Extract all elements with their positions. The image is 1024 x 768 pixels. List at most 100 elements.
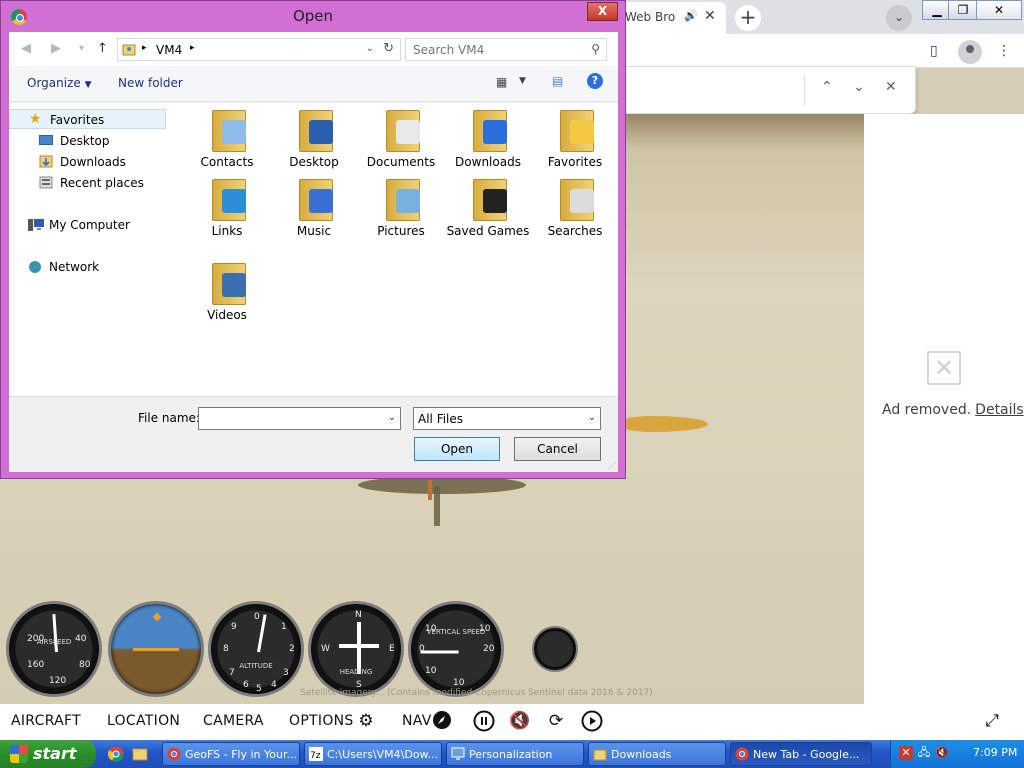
task-personalization[interactable]: Personalization bbox=[446, 742, 584, 766]
browser-tab[interactable]: Web Bro 🔊 ✕ bbox=[620, 2, 726, 34]
location-menu[interactable]: LOCATION bbox=[107, 713, 180, 729]
divider bbox=[804, 75, 805, 105]
favorites-badge-icon bbox=[570, 120, 594, 144]
ad-removed-label: Ad removed. bbox=[882, 402, 972, 418]
refresh-icon[interactable]: ↻ bbox=[383, 41, 394, 56]
nav-recent-places[interactable]: Recent places bbox=[9, 173, 166, 193]
security-alert-icon[interactable]: ✕ bbox=[899, 746, 913, 760]
dialog-close-button[interactable]: X bbox=[587, 2, 618, 21]
search-box[interactable]: ⚲ bbox=[405, 38, 607, 61]
fullscreen-icon[interactable]: ⤢ bbox=[981, 710, 1003, 732]
compass-icon[interactable] bbox=[432, 710, 454, 732]
nav-desktop[interactable]: Desktop bbox=[9, 131, 166, 151]
gauge-tick: 160 bbox=[27, 660, 45, 670]
explorer-quicklaunch-icon[interactable] bbox=[132, 746, 148, 762]
nav-downloads[interactable]: Downloads bbox=[9, 152, 166, 172]
folder-item[interactable]: Contacts bbox=[184, 108, 270, 182]
back-icon[interactable]: ◀ bbox=[21, 41, 31, 56]
folder-item[interactable]: Music bbox=[271, 177, 357, 251]
task-downloads[interactable]: Downloads bbox=[588, 742, 726, 766]
folder-icon bbox=[558, 177, 596, 223]
folder-item[interactable]: Downloads bbox=[445, 108, 531, 182]
start-button[interactable]: start bbox=[0, 740, 96, 768]
search-icon[interactable]: ⚲ bbox=[591, 42, 600, 56]
options-menu[interactable]: OPTIONS bbox=[289, 713, 354, 729]
folder-icon bbox=[593, 747, 607, 761]
resize-grip-icon[interactable]: ⋰ bbox=[608, 461, 616, 470]
clock[interactable]: 7:09 PM bbox=[973, 746, 1017, 759]
task-7zip[interactable]: 7z C:\Users\VM4\Dow... bbox=[304, 742, 442, 766]
task-new-tab[interactable]: New Tab - Google... bbox=[730, 742, 872, 766]
network-icon[interactable]: 🖧 bbox=[917, 746, 931, 760]
gauge-tick: 20 bbox=[483, 644, 495, 654]
folder-item[interactable]: Videos bbox=[184, 261, 270, 335]
tab-search-button[interactable]: ⌄ bbox=[886, 5, 912, 31]
menu-icon[interactable]: ⋮ bbox=[997, 43, 1011, 59]
recent-dropdown-icon[interactable]: ▾ bbox=[79, 43, 84, 54]
nav-label: Recent places bbox=[60, 176, 144, 190]
up-icon[interactable]: ↑ bbox=[97, 41, 108, 56]
help-icon[interactable]: ? bbox=[587, 73, 603, 89]
restore-button[interactable]: ❐ bbox=[948, 0, 978, 20]
tab-close-icon[interactable]: ✕ bbox=[704, 8, 716, 24]
heading-aircraft-symbol bbox=[357, 622, 361, 674]
preview-pane-icon[interactable]: ▤ bbox=[552, 74, 563, 88]
file-type-select[interactable]: All Files ⌄ bbox=[413, 407, 601, 430]
folder-item[interactable]: Desktop bbox=[271, 108, 357, 182]
heading-label: HEADING bbox=[339, 668, 373, 676]
play-icon[interactable] bbox=[581, 710, 603, 732]
folder-item[interactable]: Saved Games bbox=[445, 177, 531, 251]
open-button[interactable]: Open bbox=[414, 437, 500, 461]
search-input[interactable] bbox=[406, 39, 582, 60]
task-geofs[interactable]: GeoFS - Fly in Your... bbox=[162, 742, 300, 766]
reset-icon[interactable]: ⟳ bbox=[545, 710, 567, 732]
task-label: Personalization bbox=[469, 748, 553, 761]
cancel-button[interactable]: Cancel bbox=[514, 437, 601, 461]
folder-item[interactable]: Pictures bbox=[358, 177, 444, 251]
new-folder-button[interactable]: New folder bbox=[118, 76, 183, 90]
window-close-button[interactable]: ✕ bbox=[976, 0, 1022, 20]
breadcrumb[interactable]: VM4 bbox=[156, 43, 182, 57]
nav-menu[interactable]: NAV bbox=[402, 713, 432, 729]
folder-item[interactable]: Links bbox=[184, 177, 270, 251]
folder-item[interactable]: Favorites bbox=[532, 108, 618, 182]
nav-network[interactable]: Network bbox=[9, 257, 166, 277]
folder-item[interactable]: Searches bbox=[532, 177, 618, 251]
view-icon[interactable]: ▦ bbox=[496, 75, 507, 89]
ad-details-link[interactable]: Details bbox=[975, 402, 1024, 418]
find-previous-icon[interactable]: ⌃ bbox=[821, 79, 833, 95]
file-name-input[interactable]: ⌄ bbox=[198, 407, 401, 430]
aircraft-menu[interactable]: AIRCRAFT bbox=[11, 713, 81, 729]
side-panel-icon[interactable]: ▯ bbox=[930, 43, 938, 59]
nav-favorites[interactable]: ★ Favorites bbox=[9, 109, 166, 129]
pause-icon[interactable] bbox=[473, 710, 495, 732]
chevron-down-icon[interactable]: ⌄ bbox=[388, 412, 396, 423]
profile-avatar[interactable] bbox=[958, 40, 982, 64]
organize-button[interactable]: Organize ▼ bbox=[27, 76, 92, 90]
folder-icon bbox=[384, 177, 422, 223]
new-tab-button[interactable]: + bbox=[735, 5, 761, 31]
volume-muted-icon[interactable]: 🔇 bbox=[935, 746, 949, 760]
nav-my-computer[interactable]: My Computer bbox=[9, 215, 166, 235]
tab-title: Web Bro bbox=[625, 10, 676, 24]
organize-label: Organize bbox=[27, 76, 81, 90]
nav-label: Downloads bbox=[60, 155, 126, 169]
desktop-icon bbox=[39, 134, 53, 147]
find-close-icon[interactable]: ✕ bbox=[885, 79, 897, 95]
chrome-quicklaunch-icon[interactable] bbox=[108, 746, 124, 762]
gauge-tick: 5 bbox=[256, 684, 262, 694]
nav-label: Desktop bbox=[60, 134, 110, 148]
chevron-right-icon[interactable]: ▸ bbox=[190, 43, 195, 53]
mute-icon[interactable]: 🔇 bbox=[509, 710, 531, 732]
chevron-down-icon[interactable]: ▼ bbox=[519, 76, 526, 86]
camera-menu[interactable]: CAMERA bbox=[203, 713, 264, 729]
address-bar[interactable]: ▸ VM4 ▸ ⌄ ↻ bbox=[117, 38, 401, 61]
folder-item[interactable]: Documents bbox=[358, 108, 444, 182]
find-next-icon[interactable]: ⌄ bbox=[853, 79, 865, 95]
gear-icon[interactable]: ⚙ bbox=[355, 710, 377, 732]
chevron-down-icon[interactable]: ⌄ bbox=[366, 43, 374, 54]
folder-user-icon bbox=[122, 42, 136, 56]
attitude-pointer bbox=[152, 612, 162, 622]
speaker-icon: 🔊 bbox=[684, 9, 698, 22]
forward-icon[interactable]: ▶ bbox=[51, 41, 61, 56]
